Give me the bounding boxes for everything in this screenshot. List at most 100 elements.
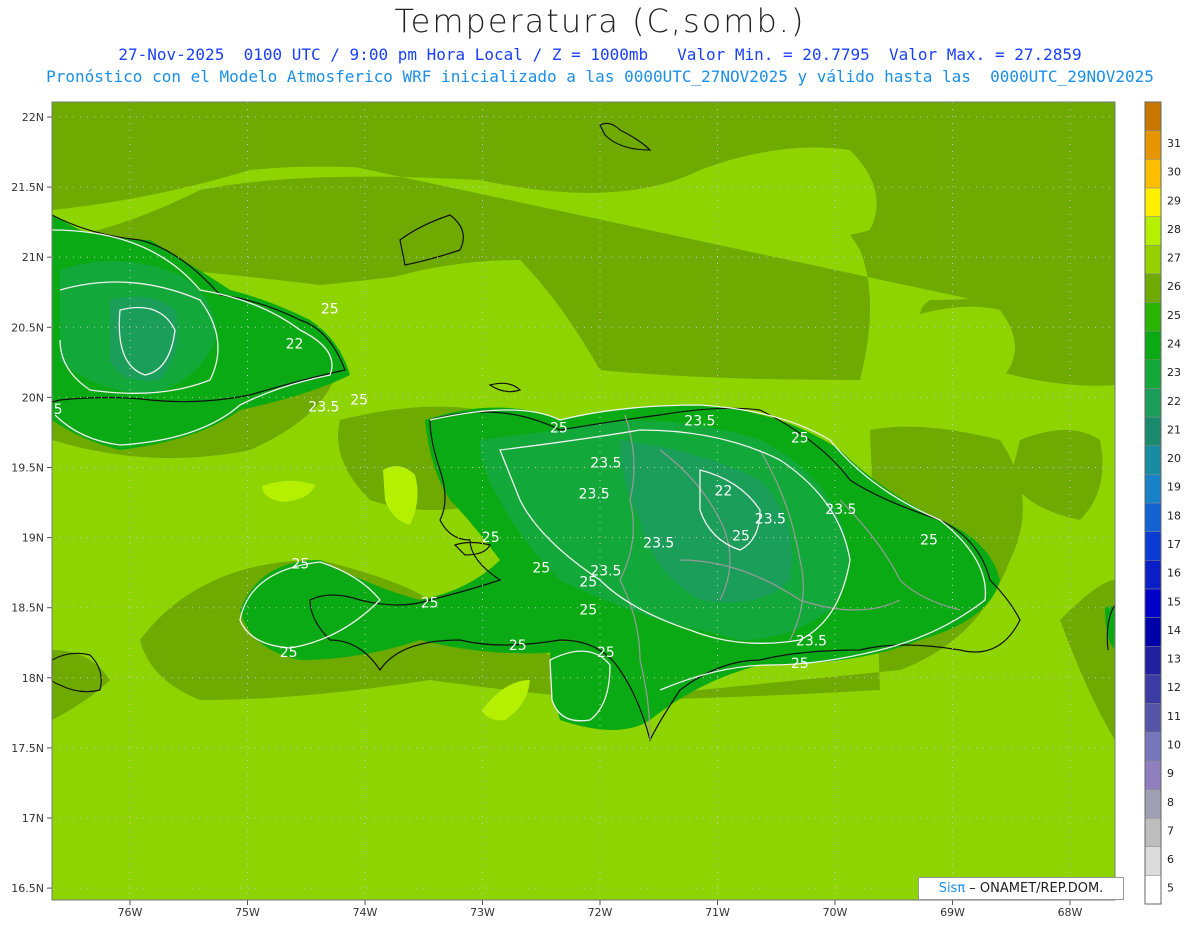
colorbar-swatch [1144,817,1162,847]
colorbar-label: 21 [1167,423,1181,436]
colorbar-label: 5 [1167,882,1174,895]
contour-label: 25 [920,533,938,549]
colorbar-label: 14 [1167,624,1181,637]
lon-tick-label: 71W [705,906,730,919]
colorbar-swatch [1144,674,1162,704]
colorbar-label: 8 [1167,796,1174,809]
colorbar-label: 26 [1167,280,1181,293]
lon-tick-label: 72W [588,906,613,919]
contour-label: 25 [421,596,439,612]
contour-label: 25 [45,402,63,418]
lat-tick-label: 20N [22,391,44,404]
contour-label: 25 [482,530,500,546]
colorbar-swatch [1144,474,1162,504]
contour-label: 25 [732,528,750,544]
contour-label: 25 [550,420,568,436]
colorbar-label: 25 [1167,309,1181,322]
lon-tick-label: 75W [235,906,260,919]
lon-tick-label: 68W [1058,906,1083,919]
colorbar-label: 16 [1167,567,1181,580]
contour-label: 23.5 [579,486,610,502]
contour-label: 25 [579,603,597,619]
lat-tick-label: 22N [22,111,44,124]
colorbar-label: 10 [1167,738,1181,751]
colorbar-swatch [1144,731,1162,762]
contour-label: 23.5 [684,413,715,429]
colorbar-swatch [1144,244,1162,275]
lat-tick-label: 18.5N [11,602,44,615]
colorbar-label: 17 [1167,538,1181,551]
colorbar-label: 11 [1167,710,1181,723]
lat-tick-label: 16.5N [11,882,44,895]
contour-label: 25 [291,556,309,572]
contour-label: 23.5 [308,399,339,415]
colorbar-label: 28 [1167,223,1181,236]
colorbar-swatch [1144,445,1162,475]
lon-tick-label: 70W [823,906,848,919]
colorbar-label: 27 [1167,252,1181,265]
temperature-map: 25 22 23.5 25 25 25 23.5 25 23.5 23.5 22 23.5 23.5 25… [11,101,1181,919]
lat-tick-label: 19N [22,532,44,545]
colorbar-label: 13 [1167,653,1181,666]
lon-tick-label: 74W [353,906,378,919]
colorbar-label: 29 [1167,194,1181,207]
contour-label: 25 [321,301,339,317]
contour-label: 22 [714,484,732,500]
contour-label: 23.5 [755,512,786,528]
contour-label: 25 [791,430,809,446]
colorbar-swatch [1144,531,1162,561]
colorbar-swatch [1144,273,1162,303]
colorbar-swatch [1144,330,1162,361]
lat-tick-label: 20.5N [11,321,44,334]
colorbar-swatch [1144,789,1162,819]
lat-tick-label: 17.5N [11,742,44,755]
lat-tick-label: 19.5N [11,462,44,475]
contour-label: 25 [509,638,527,654]
colorbar-swatch [1144,388,1162,418]
colorbar-swatch [1144,875,1162,905]
colorbar: 5 6 7 8 9 10 11 12 13 14 15 16 17 18 19 20 21 22 23 24 25 26 2… [1144,101,1181,905]
colorbar-label: 31 [1167,137,1181,150]
colorbar-label: 20 [1167,452,1181,465]
lon-tick-label: 76W [118,906,143,919]
lat-tick-label: 17N [22,812,44,825]
colorbar-swatch [1144,560,1162,590]
colorbar-swatch [1144,588,1162,618]
contour-label: 23.5 [590,456,621,472]
lon-tick-label: 73W [470,906,495,919]
colorbar-label: 18 [1167,509,1181,522]
contour-label: 25 [350,392,368,408]
colorbar-label: 19 [1167,481,1181,494]
colorbar-label: 7 [1167,824,1174,837]
contour-label: 25 [280,645,298,661]
contour-label: 25 [532,561,550,577]
colorbar-swatch [1144,359,1162,389]
colorbar-label: 30 [1167,166,1181,179]
onamet-label: – ONAMET/REP.DOM. [965,881,1104,896]
colorbar-swatch [1144,216,1162,246]
colorbar-swatch [1144,130,1162,160]
colorbar-label: 24 [1167,337,1181,350]
contour-label: 25 [791,656,809,672]
colorbar-swatch [1144,645,1162,676]
contour-label: 23.5 [643,535,674,551]
colorbar-swatch [1144,617,1162,647]
lon-tick-label: 69W [940,906,965,919]
lat-tick-label: 21.5N [11,181,44,194]
colorbar-swatch [1144,846,1162,876]
contour-label: 23.5 [825,502,856,518]
contour-label: 25 [579,575,597,591]
colorbar-swatch [1144,416,1162,446]
contour-label: 23.5 [796,634,827,650]
colorbar-label: 12 [1167,681,1181,694]
colorbar-swatch [1144,187,1162,217]
sispi-logo: Sisπ [938,881,966,896]
colorbar-label: 23 [1167,366,1181,379]
colorbar-label: 6 [1167,853,1174,866]
lat-tick-label: 18N [22,672,44,685]
colorbar-swatch [1144,302,1162,332]
colorbar-label: 15 [1167,595,1181,608]
colorbar-swatch [1144,502,1162,532]
colorbar-swatch [1144,101,1162,131]
colorbar-swatch [1144,703,1162,733]
